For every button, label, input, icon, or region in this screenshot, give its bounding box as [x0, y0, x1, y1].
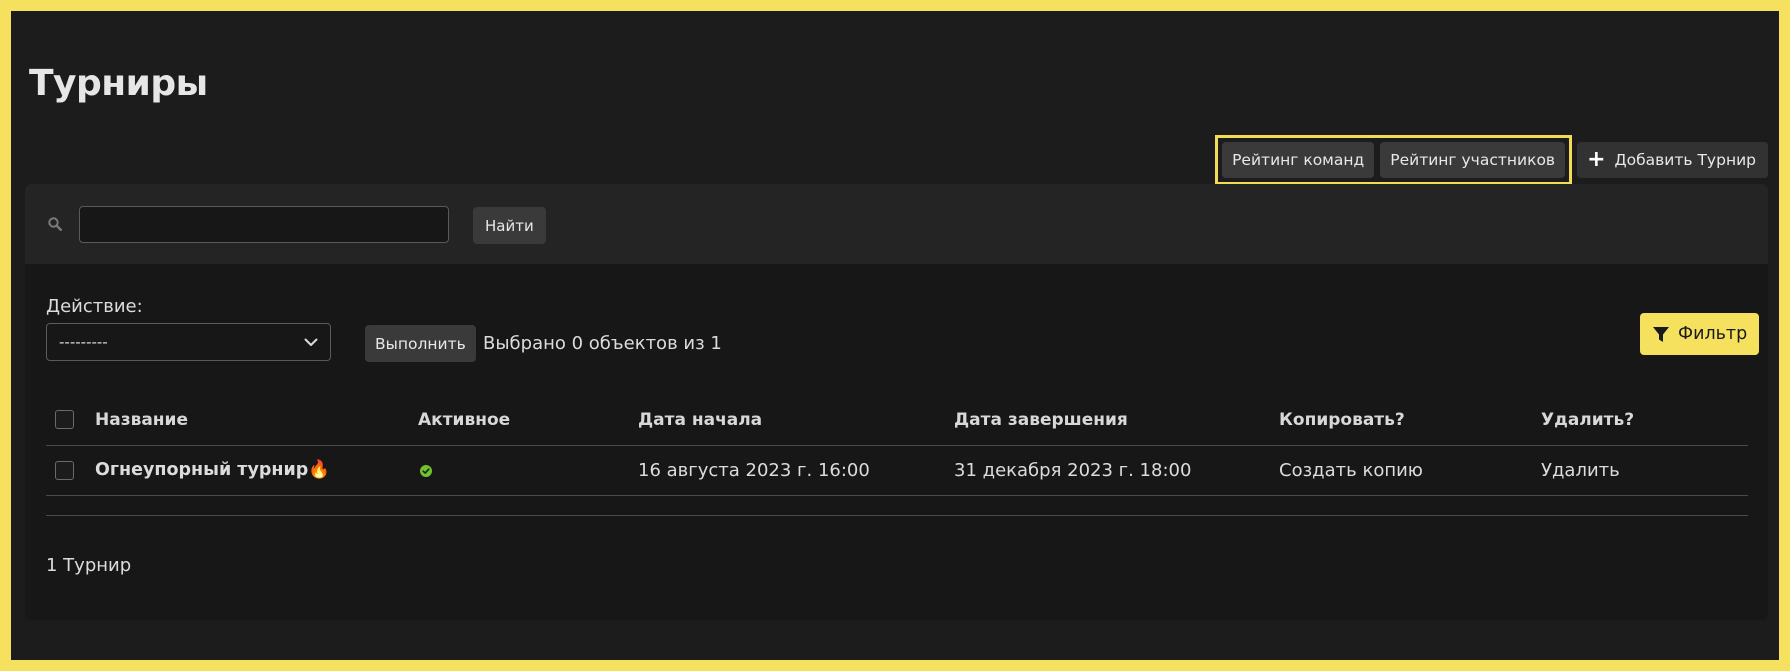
- table-row: Огнеупорный турнир🔥 16 августа 2023 г. 1…: [46, 445, 1748, 496]
- add-tournament-label: Добавить Турнир: [1614, 151, 1756, 169]
- add-tournament-button[interactable]: + Добавить Турнир: [1577, 142, 1768, 178]
- delete-link[interactable]: Удалить: [1541, 445, 1748, 496]
- object-tools: Рейтинг команд Рейтинг участников + Доба…: [1215, 135, 1768, 185]
- table-spacer-row: [46, 495, 1748, 516]
- row-checkbox-cell: [46, 445, 95, 496]
- participant-rating-button[interactable]: Рейтинг участников: [1380, 142, 1566, 178]
- copy-link[interactable]: Создать копию: [1279, 445, 1541, 496]
- filter-label: Фильтр: [1678, 324, 1748, 344]
- check-circle-icon: [420, 464, 432, 477]
- filter-button[interactable]: Фильтр: [1640, 313, 1760, 355]
- rating-buttons-highlight: Рейтинг команд Рейтинг участников: [1215, 135, 1573, 185]
- select-all-checkbox[interactable]: [55, 410, 74, 430]
- changelist-panel: Найти Действие: --------- Выполнить Выбр…: [25, 184, 1768, 620]
- search-icon: [48, 217, 62, 231]
- table-spacer-cell: [46, 495, 1748, 516]
- tournament-table: Название Активное Дата начала Дата завер…: [46, 395, 1748, 516]
- active-cell: [418, 445, 638, 496]
- action-select-value: ---------: [59, 333, 108, 351]
- search-input[interactable]: [79, 206, 449, 243]
- column-header-name[interactable]: Название: [95, 395, 418, 446]
- tournament-name-link[interactable]: Огнеупорный турнир🔥: [95, 445, 418, 496]
- table-header-row: Название Активное Дата начала Дата завер…: [46, 395, 1748, 446]
- column-header-start[interactable]: Дата начала: [638, 395, 954, 446]
- run-action-button[interactable]: Выполнить: [365, 325, 476, 362]
- column-header-active[interactable]: Активное: [418, 395, 638, 446]
- end-date-cell: 31 декабря 2023 г. 18:00: [954, 445, 1279, 496]
- select-all-header: [46, 395, 95, 446]
- search-button[interactable]: Найти: [473, 207, 546, 244]
- result-count: 1 Турнир: [46, 555, 132, 576]
- selection-counter: Выбрано 0 объектов из 1: [483, 333, 722, 354]
- chevron-down-icon: [304, 338, 318, 346]
- page-title: Турниры: [29, 63, 208, 104]
- admin-page: Турниры Рейтинг команд Рейтинг участнико…: [11, 11, 1779, 660]
- search-toolbar: Найти: [25, 184, 1768, 264]
- column-header-delete: Удалить?: [1541, 395, 1748, 446]
- filter-icon: [1653, 326, 1669, 342]
- plus-icon: +: [1587, 147, 1606, 172]
- row-checkbox[interactable]: [55, 461, 74, 480]
- team-rating-button[interactable]: Рейтинг команд: [1222, 142, 1375, 178]
- action-label: Действие:: [46, 296, 143, 317]
- start-date-cell: 16 августа 2023 г. 16:00: [638, 445, 954, 496]
- action-select[interactable]: ---------: [46, 323, 331, 361]
- column-header-copy: Копировать?: [1279, 395, 1541, 446]
- column-header-end[interactable]: Дата завершения: [954, 395, 1279, 446]
